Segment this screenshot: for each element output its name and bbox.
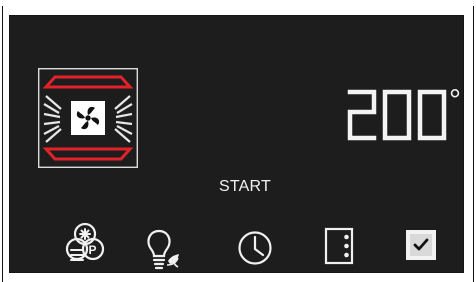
fan-heating-mode-button[interactable]	[37, 67, 139, 169]
lamp-button[interactable]	[136, 221, 190, 275]
menu-icon	[324, 227, 354, 265]
checkbox-icon	[406, 230, 436, 260]
clock-icon	[238, 231, 272, 265]
confirm-button[interactable]	[397, 221, 451, 275]
oven-control-panel: 200 ° START	[9, 15, 464, 273]
svg-text:P: P	[89, 243, 97, 257]
fan-heating-icon	[37, 67, 139, 169]
start-button[interactable]: START	[219, 178, 289, 200]
lamp-icon	[147, 229, 179, 270]
top-strip	[0, 0, 476, 10]
menu-button[interactable]	[315, 221, 369, 275]
steam-proof-icon: P	[65, 222, 105, 261]
mode-icon-row: P	[10, 221, 476, 275]
timer-button[interactable]	[228, 221, 282, 275]
temperature-display: 200 °	[346, 84, 466, 144]
left-border	[2, 6, 3, 282]
steam-proof-button[interactable]: P	[58, 221, 112, 275]
degree-symbol: °	[449, 86, 461, 117]
